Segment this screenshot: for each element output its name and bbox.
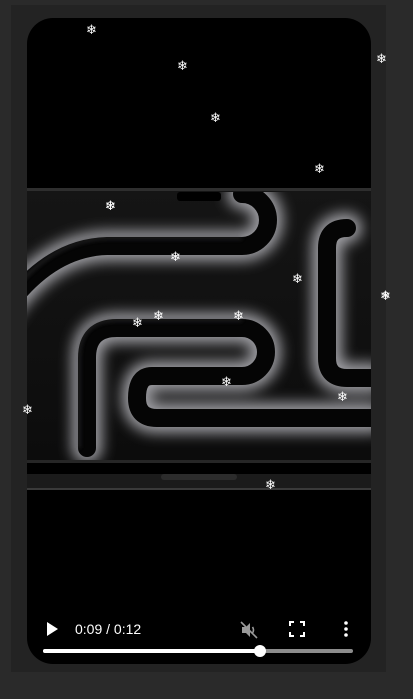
video-frame: [27, 188, 371, 493]
play-icon[interactable]: [43, 620, 61, 638]
time-display: 0:09 / 0:12: [75, 621, 142, 637]
video-player[interactable]: 0:09 / 0:12: [27, 18, 371, 664]
progress-bar[interactable]: [43, 645, 353, 657]
volume-muted-icon[interactable]: [239, 620, 259, 640]
video-controls: 0:09 / 0:12: [27, 594, 371, 664]
fullscreen-icon[interactable]: [289, 621, 305, 637]
progress-thumb[interactable]: [254, 645, 266, 657]
more-vertical-icon[interactable]: [339, 620, 353, 638]
progress-fill: [43, 649, 260, 653]
